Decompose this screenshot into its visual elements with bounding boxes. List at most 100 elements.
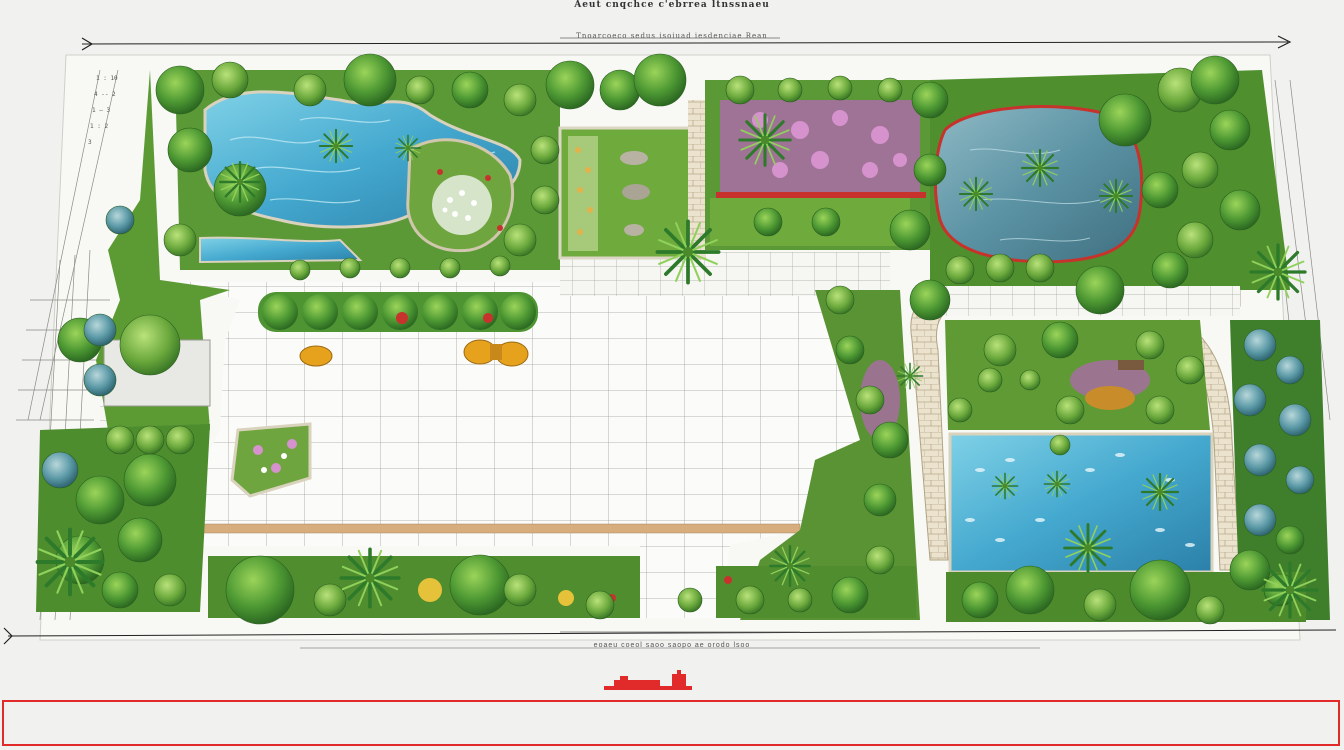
palm-plant-icon — [1249, 243, 1307, 301]
shrub-icon — [1098, 93, 1152, 147]
shrub-icon — [871, 421, 909, 459]
shrub-icon — [1041, 321, 1079, 359]
shrub-icon — [599, 69, 641, 111]
shrub-icon — [1151, 251, 1189, 289]
shrub-icon — [343, 53, 397, 107]
shrub-icon — [985, 253, 1015, 283]
shrub-icon — [735, 585, 765, 615]
shrub-icon — [119, 314, 181, 376]
svg-text:3: 3 — [88, 139, 92, 146]
shrub-icon — [1129, 559, 1191, 621]
palm-plant-icon — [958, 176, 994, 212]
shrub-icon — [1083, 588, 1117, 622]
palm-plant-icon — [1043, 470, 1071, 498]
blue-shrub-icon — [1243, 503, 1277, 537]
shrub-icon — [1195, 595, 1225, 625]
shrub-icon — [835, 335, 865, 365]
title-block-frame — [2, 700, 1340, 746]
shrub-icon — [1145, 395, 1175, 425]
shrub-icon — [865, 545, 895, 575]
shrub-icon — [1005, 565, 1055, 615]
shrub-icon — [827, 75, 853, 101]
palm-plant-icon — [1020, 148, 1060, 188]
shrub-icon — [1176, 221, 1214, 259]
red-stamp-logo — [604, 670, 692, 690]
shrub-icon — [1229, 549, 1271, 591]
palm-plant-icon — [768, 544, 812, 588]
shrub-icon — [75, 475, 125, 525]
shrub-icon — [163, 223, 197, 257]
shrub-icon — [135, 425, 165, 455]
shrub-icon — [503, 223, 537, 257]
shrub-icon — [1055, 395, 1085, 425]
shrub-icon — [1025, 253, 1055, 283]
shrub-icon — [677, 587, 703, 613]
shrub-icon — [313, 583, 347, 617]
shrub-icon — [983, 333, 1017, 367]
shrub-icon — [530, 135, 560, 165]
shrub-icon — [633, 53, 687, 107]
palm-plant-icon — [318, 128, 354, 164]
palm-plant-icon — [1261, 561, 1319, 619]
shrub-icon — [811, 207, 841, 237]
svg-text:4 -- 2: 4 -- 2 — [94, 91, 116, 98]
shrub-icon — [1181, 151, 1219, 189]
shrub-icon — [545, 60, 595, 110]
palm-plant-icon — [218, 160, 262, 204]
blue-shrub-icon — [1243, 443, 1277, 477]
shrub-icon — [863, 483, 897, 517]
shrub-icon — [947, 397, 973, 423]
shrub-icon — [777, 77, 803, 103]
shrub-icon — [725, 75, 755, 105]
blue-shrub-icon — [1285, 465, 1315, 495]
shrub-icon — [825, 285, 855, 315]
palm-plant-icon — [35, 527, 105, 597]
shrub-icon — [977, 367, 1003, 393]
shrub-icon — [961, 581, 999, 619]
palm-plant-icon — [339, 547, 401, 609]
blue-shrub-icon — [1278, 403, 1312, 437]
shrub-icon — [1049, 434, 1071, 456]
shrub-icon — [405, 75, 435, 105]
shrub-icon — [167, 127, 213, 173]
shrub-icon — [1275, 525, 1305, 555]
shrub-icon — [753, 207, 783, 237]
blue-shrub-icon — [1233, 383, 1267, 417]
shrub-icon — [1135, 330, 1165, 360]
shrub-icon — [155, 65, 205, 115]
palm-plant-icon — [655, 219, 721, 285]
svg-text:1 : 10: 1 : 10 — [96, 75, 118, 82]
shrub-icon — [293, 73, 327, 107]
shrub-icon — [889, 209, 931, 251]
shrub-icon — [339, 257, 361, 279]
site-plan: 1 : 10 4 -- 2 1 – 3 1 : 2 3 — [3, 35, 1337, 649]
shrub-icon — [289, 259, 311, 281]
blue-shrub-icon — [83, 313, 117, 347]
palm-plant-icon — [1098, 178, 1134, 214]
scale-caption: eoaeu coeol saoo saopo ae orodo lsoo — [593, 642, 751, 649]
shrub-icon — [439, 257, 461, 279]
palm-plant-icon — [896, 362, 924, 390]
blue-shrub-icon — [1243, 328, 1277, 362]
svg-text:1 – 3: 1 – 3 — [92, 107, 110, 114]
shrub-icon — [117, 517, 163, 563]
shrub-icon — [225, 555, 295, 625]
blue-shrub-icon — [41, 451, 79, 489]
shrub-icon — [1209, 109, 1251, 151]
blue-shrub-icon — [105, 205, 135, 235]
garden-plan-drawing: Aeut cnqchce c'ebrrea ltnssnaeu Tnoarcoe… — [0, 0, 1344, 750]
shrub-icon — [1075, 265, 1125, 315]
palm-plant-icon — [738, 113, 792, 167]
shrub-icon — [451, 71, 489, 109]
palm-plant-icon — [1140, 472, 1180, 512]
palm-plant-icon — [991, 472, 1019, 500]
shrub-icon — [449, 554, 511, 616]
shrub-icon — [1019, 369, 1041, 391]
shrub-icon — [831, 576, 869, 614]
shrub-icon — [787, 587, 813, 613]
shrub-icon — [165, 425, 195, 455]
shrub-icon — [913, 153, 947, 187]
shrub-icon — [503, 573, 537, 607]
shrub-icon — [585, 590, 615, 620]
palm-plant-icon — [394, 134, 422, 162]
